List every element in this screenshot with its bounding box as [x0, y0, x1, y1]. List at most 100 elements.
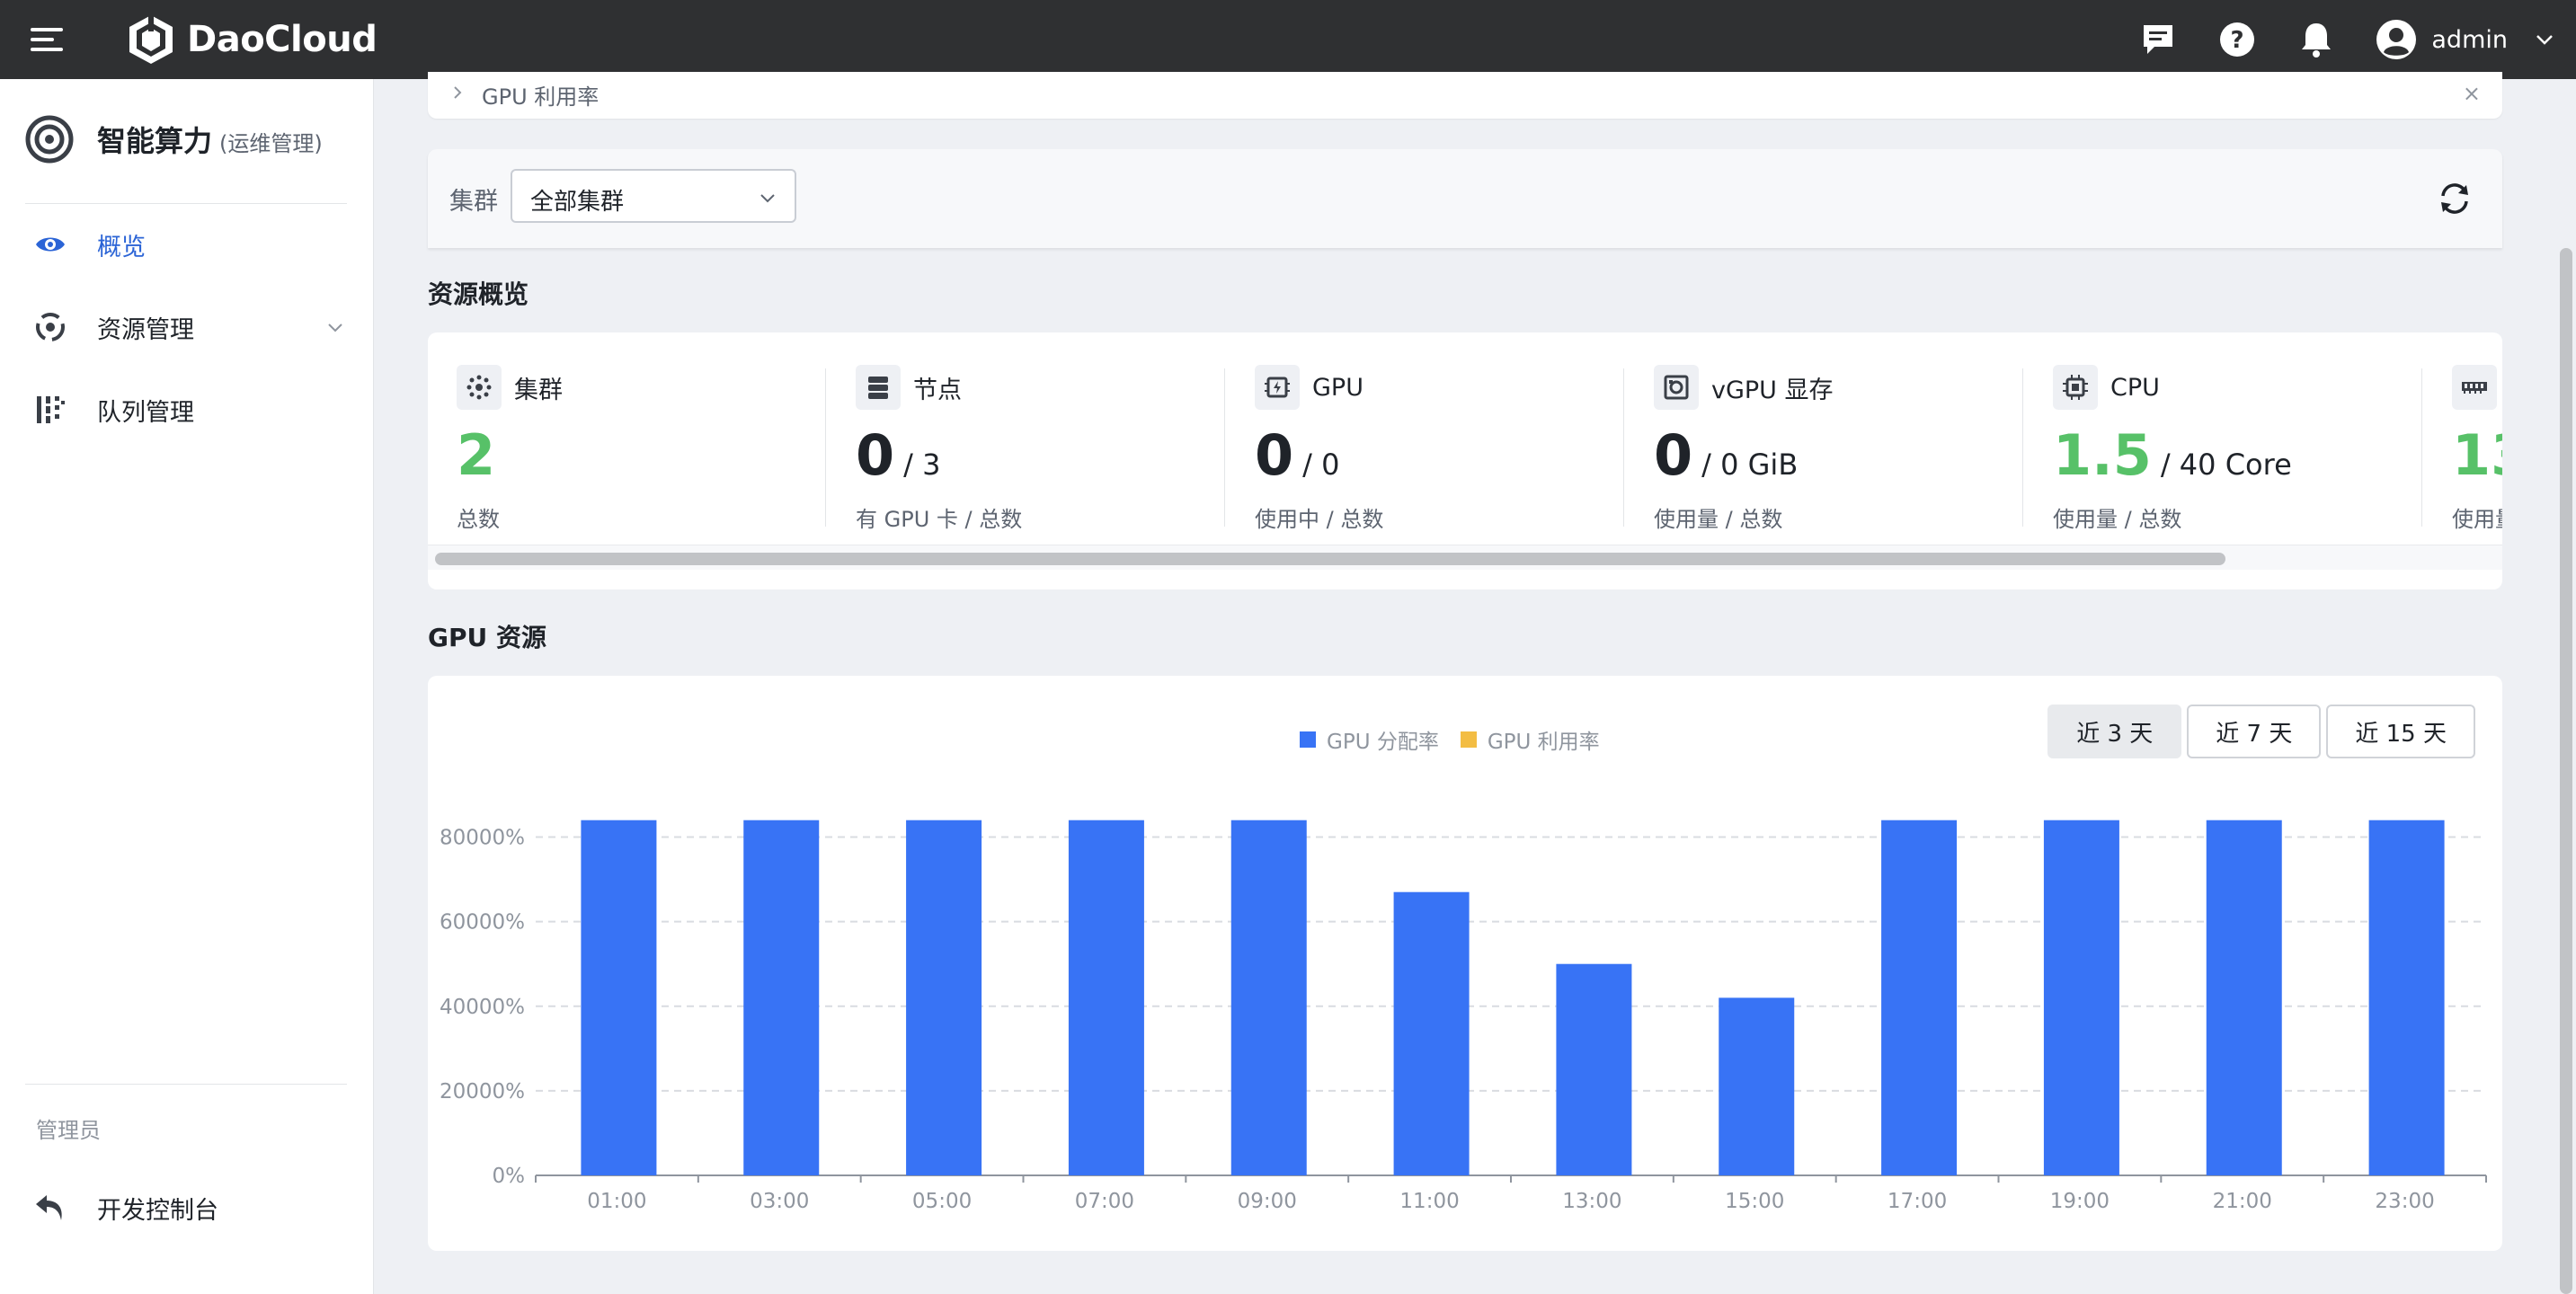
y-tick-label: 80000% — [440, 827, 525, 850]
cluster-select[interactable]: 全部集群 — [511, 169, 796, 223]
x-tick-label: 09:00 — [1238, 1190, 1297, 1213]
menu-icon[interactable] — [31, 22, 67, 58]
x-tick-label: 23:00 — [2375, 1190, 2434, 1213]
cluster-filter-label: 集群 — [449, 188, 498, 216]
resource-item-vgpu-memory: vGPU 显存 0/ 0 GiB 使用量 / 总数 — [1625, 365, 2024, 532]
bar — [581, 820, 657, 1175]
resource-item-memory: 13 使用量 — [2423, 365, 2502, 532]
legend-label: GPU 利用率 — [1487, 731, 1600, 754]
y-tick-label: 60000% — [440, 911, 525, 935]
resource-desc: 使用量 / 总数 — [1654, 507, 1783, 532]
x-tick-label: 21:00 — [2213, 1190, 2272, 1213]
x-tick-label: 11:00 — [1399, 1190, 1459, 1213]
sidebar: 智能算力 (运维管理) 概览 资源管理 队列管理 管理员 开发控制台 — [0, 79, 374, 1294]
sidebar-section-label: 管理员 — [36, 1118, 101, 1143]
resource-desc: 使用量 / 总数 — [2053, 507, 2182, 532]
brand-logo[interactable]: DaoCloud — [126, 11, 378, 68]
eye-icon — [36, 237, 65, 252]
resource-total: / 40 Core — [2160, 448, 2292, 482]
resource-name: 节点 — [913, 376, 962, 404]
legend-swatch — [1460, 731, 1477, 748]
sidebar-divider — [25, 203, 347, 204]
main-content: GPU 利用率 × 集群 全部集群 资源概览 集群 2 总数 节点 0 / 3 … — [374, 72, 2576, 1294]
sidebar-item-resources[interactable]: 资源管理 — [0, 300, 372, 354]
bar — [2206, 820, 2282, 1175]
resource-desc: 使用中 / 总数 — [1255, 507, 1384, 532]
resource-value: 0 — [1654, 422, 1693, 488]
queue-icon — [37, 396, 65, 423]
legend-swatch — [1300, 731, 1316, 748]
resource-item-cluster: 集群 2 总数 — [428, 365, 827, 532]
chevron-right-icon — [454, 86, 462, 99]
bar — [1719, 997, 1795, 1175]
sidebar-item-overview[interactable]: 概览 — [0, 217, 372, 271]
chevron-down-icon — [328, 324, 342, 332]
x-tick-label: 01:00 — [587, 1190, 646, 1213]
refresh-icon[interactable] — [2436, 180, 2474, 217]
y-tick-label: 0% — [493, 1165, 526, 1188]
cpu-icon — [2063, 375, 2088, 400]
bar — [2368, 820, 2445, 1175]
notice-text: GPU 利用率 — [482, 84, 600, 110]
svg-text:?: ? — [2231, 27, 2244, 54]
x-tick-label: 13:00 — [1562, 1190, 1621, 1213]
gpu-icon — [1265, 377, 1290, 398]
sidebar-item-label: 概览 — [97, 233, 146, 261]
daocloud-logo-icon — [129, 13, 173, 64]
app-header: 智能算力 (运维管理) — [25, 115, 323, 164]
chevron-down-icon — [760, 194, 775, 203]
range-button-3d[interactable]: 近 3 天 — [2047, 705, 2182, 758]
user-name: admin — [2431, 25, 2508, 54]
resource-value: 2 — [457, 422, 496, 488]
x-tick-label: 17:00 — [1888, 1190, 1947, 1213]
bar — [1068, 820, 1144, 1175]
bar — [1881, 820, 1958, 1175]
y-tick-label: 20000% — [440, 1080, 525, 1103]
resource-name: GPU — [1312, 373, 1364, 402]
resource-overview-card: 集群 2 总数 节点 0/ 3 有 GPU 卡 / 总数 GPU 0/ 0 使用… — [428, 332, 2502, 589]
ai-compute-icon — [25, 115, 74, 164]
gpu-resources-title: GPU 资源 — [428, 623, 546, 652]
resource-value: 13 — [2452, 422, 2502, 488]
vertical-scrollbar[interactable] — [2560, 248, 2572, 1294]
range-button-7d[interactable]: 近 7 天 — [2187, 705, 2322, 758]
resource-item-cpu: CPU 1.5/ 40 Core 使用量 / 总数 — [2024, 365, 2423, 532]
resource-value: 0 — [856, 422, 895, 488]
notice-bar[interactable]: GPU 利用率 × — [428, 72, 2502, 119]
sidebar-item-queues[interactable]: 队列管理 — [0, 383, 372, 437]
memory-icon — [2462, 382, 2487, 394]
bar — [1230, 820, 1307, 1175]
message-icon[interactable] — [2138, 20, 2178, 59]
cluster-icon — [466, 375, 492, 400]
divider — [2022, 368, 2023, 527]
divider — [825, 368, 826, 527]
resource-value: 1.5 — [2053, 422, 2152, 488]
resource-desc: 总数 — [457, 507, 500, 532]
resource-desc: 有 GPU 卡 / 总数 — [856, 507, 1023, 532]
time-range-group: 近 3 天 近 7 天 近 15 天 — [2047, 705, 2475, 758]
sidebar-item-dev-console[interactable]: 开发控制台 — [0, 1181, 372, 1235]
resource-name: vGPU 显存 — [1711, 376, 1834, 404]
cluster-select-value: 全部集群 — [530, 189, 625, 216]
bell-icon[interactable] — [2296, 20, 2336, 59]
resource-desc: 使用量 — [2452, 507, 2502, 532]
legend-item[interactable]: GPU 分配率 — [1300, 724, 1439, 755]
resource-overview-title: 资源概览 — [428, 279, 529, 309]
resource-total: / 3 — [903, 448, 941, 482]
y-tick-label: 40000% — [440, 996, 525, 1019]
divider — [1623, 368, 1624, 527]
x-tick-label: 15:00 — [1725, 1190, 1784, 1213]
scrollbar-thumb[interactable] — [435, 553, 2225, 565]
resource-total: / 0 GiB — [1701, 448, 1799, 482]
horizontal-scrollbar[interactable] — [428, 545, 2502, 570]
sidebar-item-label: 资源管理 — [97, 315, 194, 344]
user-avatar-icon — [2376, 20, 2417, 59]
range-button-15d[interactable]: 近 15 天 — [2326, 705, 2475, 758]
close-icon[interactable]: × — [2463, 81, 2481, 106]
x-tick-label: 19:00 — [2050, 1190, 2110, 1213]
gpu-resources-card: 0% 20000% 40000% 60000% 80000% 01:00 03:00 05:0… — [428, 676, 2502, 1251]
user-menu[interactable]: admin — [2376, 19, 2554, 60]
help-icon[interactable]: ? — [2217, 20, 2257, 59]
legend-item[interactable]: GPU 利用率 — [1460, 724, 1600, 755]
bar — [906, 820, 982, 1175]
